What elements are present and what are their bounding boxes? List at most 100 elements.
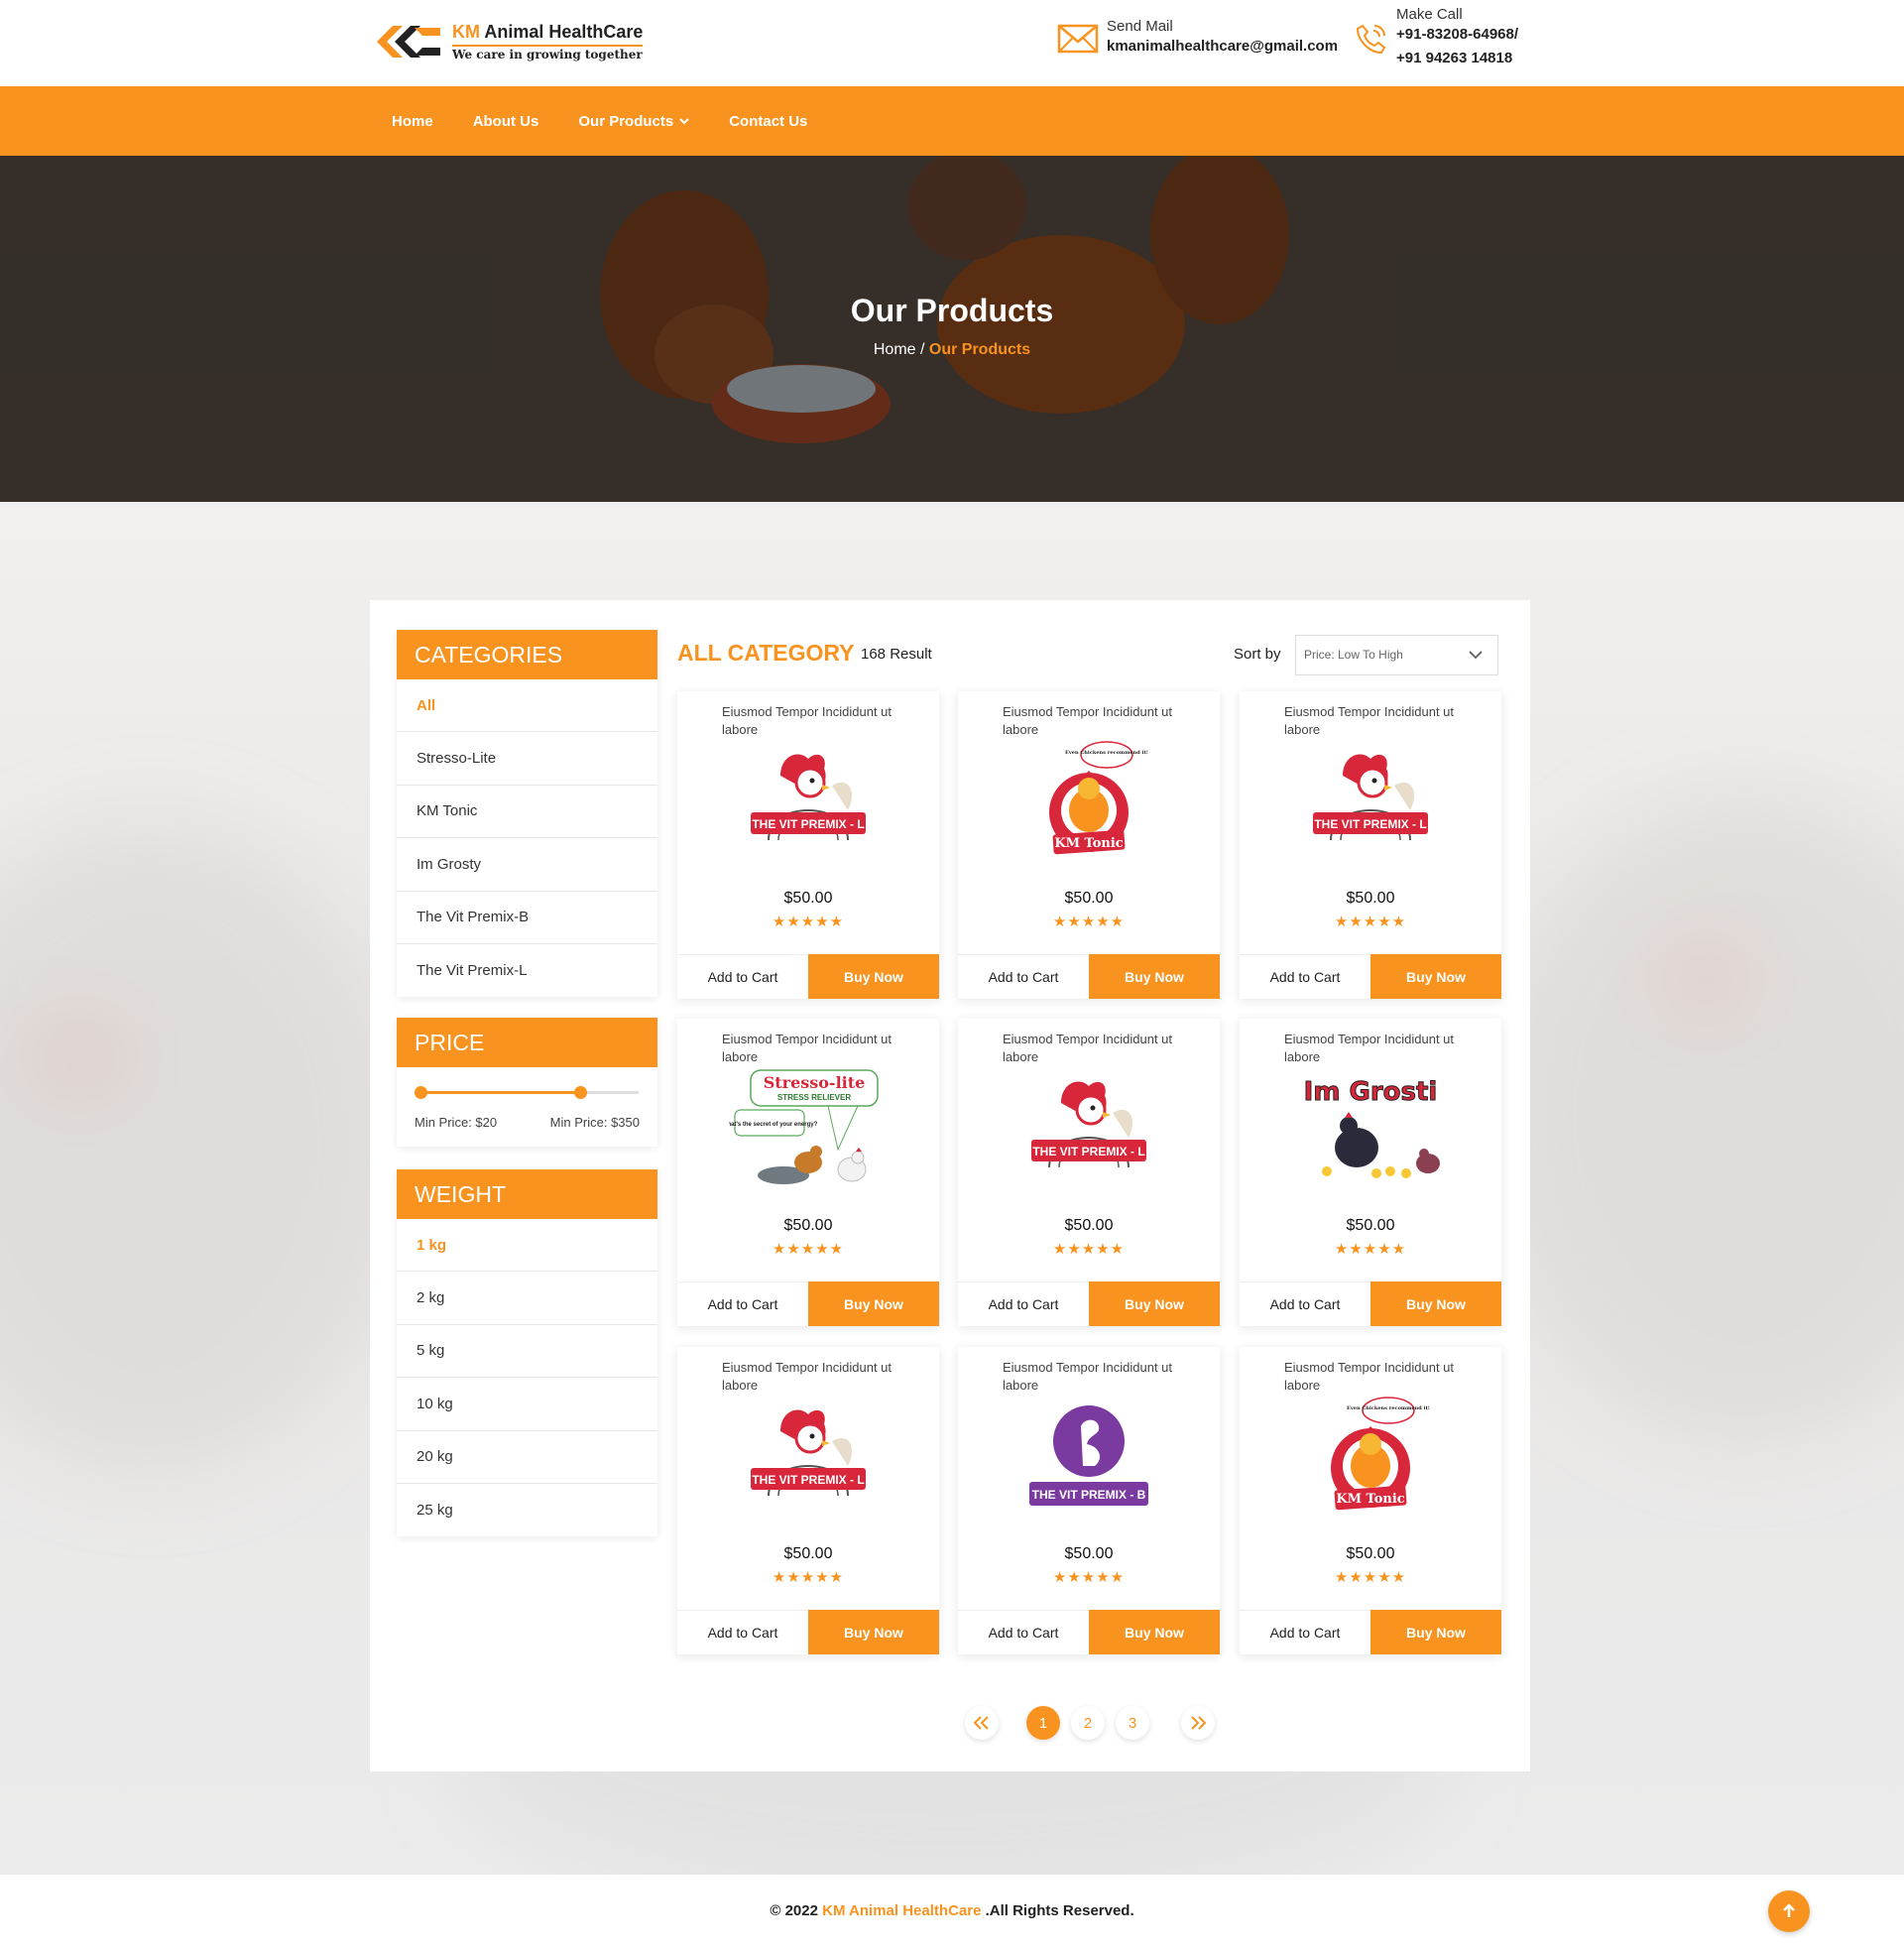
nav-about[interactable]: About Us [473, 113, 539, 130]
buy-now-button[interactable]: Buy Now [808, 1610, 939, 1654]
product-title[interactable]: Eiusmod Tempor Incididunt ut labore [1003, 703, 1191, 739]
buy-now-button[interactable]: Buy Now [808, 954, 939, 999]
product-image[interactable]: THE VIT PREMIX - L [1010, 1068, 1168, 1187]
category-km-tonic[interactable]: KM Tonic [397, 786, 657, 839]
double-chevron-right-icon [1191, 1716, 1207, 1730]
category-all[interactable]: All [397, 679, 657, 733]
call-label: Make Call [1396, 6, 1463, 23]
product-price: $50.00 [783, 1545, 833, 1562]
pagination-next[interactable] [1181, 1706, 1215, 1740]
pagination-page-3[interactable]: 3 [1116, 1706, 1149, 1740]
product-image[interactable]: THE VIT PREMIX - L [729, 741, 888, 860]
im-grosti-image: Im Grosti [1303, 1077, 1440, 1178]
product-price: $50.00 [1064, 890, 1114, 907]
weight-20kg[interactable]: 20 kg [397, 1431, 657, 1484]
product-image[interactable]: THE VIT PREMIX - L [1291, 741, 1450, 860]
category-vit-premix-b[interactable]: The Vit Premix-B [397, 892, 657, 944]
product-title[interactable]: Eiusmod Tempor Incididunt ut labore [1284, 1359, 1473, 1395]
add-to-cart-button[interactable]: Add to Cart [958, 954, 1089, 999]
phone-icon [1356, 24, 1386, 54]
price-min-handle[interactable] [415, 1086, 427, 1099]
vit-premix-l-image: THE VIT PREMIX - L [751, 1409, 866, 1497]
product-image[interactable]: Stresso-lite STRESS RELIEVER What's the … [722, 1068, 888, 1187]
nav-home[interactable]: Home [392, 113, 433, 130]
add-to-cart-button[interactable]: Add to Cart [677, 1610, 808, 1654]
product-card[interactable]: Eiusmod Tempor Incididunt ut labore THE … [677, 691, 939, 999]
footer-brand-link[interactable]: KM Animal HealthCare [822, 1902, 981, 1919]
star-rating-icon: ★★★★★ [1052, 914, 1126, 930]
scroll-to-top-button[interactable] [1768, 1890, 1810, 1932]
star-rating-icon: ★★★★★ [1052, 1241, 1126, 1258]
price-slider[interactable] [415, 1086, 639, 1099]
product-image[interactable]: Even Chickens recommend it! KM Tonic [1010, 741, 1168, 860]
buy-now-button[interactable]: Buy Now [1370, 1281, 1501, 1326]
product-image[interactable]: THE VIT PREMIX - L [729, 1397, 888, 1516]
mail-value[interactable]: kmanimalhealthcare@gmail.com [1107, 35, 1338, 59]
price-title: PRICE [397, 1018, 657, 1067]
send-mail[interactable]: Send Mail kmanimalhealthcare@gmail.com [1057, 18, 1338, 59]
site-logo[interactable]: KM Animal HealthCare We care in growing … [375, 20, 644, 63]
product-card[interactable]: Eiusmod Tempor Incididunt ut labore THE … [677, 1347, 939, 1654]
product-card[interactable]: Eiusmod Tempor Incididunt ut labore THE … [1240, 691, 1501, 999]
product-title[interactable]: Eiusmod Tempor Incididunt ut labore [1284, 1031, 1473, 1066]
buy-now-button[interactable]: Buy Now [1370, 1610, 1501, 1654]
vit-premix-l-image: THE VIT PREMIX - L [1313, 754, 1428, 841]
call-number-2[interactable]: +91 94263 14818 [1396, 47, 1518, 70]
buy-now-button[interactable]: Buy Now [808, 1281, 939, 1326]
star-rating-icon: ★★★★★ [1334, 914, 1407, 930]
weight-10kg[interactable]: 10 kg [397, 1378, 657, 1431]
buy-now-button[interactable]: Buy Now [1089, 1610, 1220, 1654]
product-image[interactable]: Even Chickens recommend it! KM Tonic [1291, 1397, 1450, 1516]
product-card[interactable]: Eiusmod Tempor Incididunt ut labore Im G… [1240, 1019, 1501, 1326]
price-filter: Min Price: $20 Min Price: $350 [397, 1067, 657, 1147]
price-max-label: Min Price: $350 [549, 1115, 640, 1130]
pagination-page-2[interactable]: 2 [1071, 1706, 1105, 1740]
add-to-cart-button[interactable]: Add to Cart [1240, 1610, 1370, 1654]
category-stresso-lite[interactable]: Stresso-Lite [397, 732, 657, 786]
add-to-cart-button[interactable]: Add to Cart [1240, 954, 1370, 999]
sort-select[interactable]: Price: Low To High [1295, 635, 1498, 675]
weight-title: WEIGHT [397, 1169, 657, 1219]
product-card[interactable]: Eiusmod Tempor Incididunt ut labore Stre… [677, 1019, 939, 1326]
svg-text:KM Tonic: KM Tonic [1054, 836, 1123, 851]
make-call[interactable]: Make Call +91-83208-64968/ +91 94263 148… [1355, 6, 1518, 70]
category-vit-premix-l[interactable]: The Vit Premix-L [397, 944, 657, 997]
svg-text:KM Tonic: KM Tonic [1336, 1492, 1404, 1507]
buy-now-button[interactable]: Buy Now [1370, 954, 1501, 999]
add-to-cart-button[interactable]: Add to Cart [677, 954, 808, 999]
product-card[interactable]: Eiusmod Tempor Incididunt ut labore THE … [958, 1019, 1220, 1326]
add-to-cart-button[interactable]: Add to Cart [958, 1281, 1089, 1326]
category-im-grosty[interactable]: Im Grosty [397, 838, 657, 892]
pagination-prev[interactable] [965, 1706, 999, 1740]
nav-contact[interactable]: Contact Us [729, 113, 807, 130]
weight-25kg[interactable]: 25 kg [397, 1484, 657, 1536]
product-title[interactable]: Eiusmod Tempor Incididunt ut labore [722, 1031, 910, 1066]
product-price: $50.00 [1346, 1545, 1395, 1562]
add-to-cart-button[interactable]: Add to Cart [677, 1281, 808, 1326]
product-image[interactable]: THE VIT PREMIX - B [1010, 1397, 1168, 1516]
pagination-page-1[interactable]: 1 [1026, 1706, 1060, 1740]
weight-1kg[interactable]: 1 kg [397, 1219, 657, 1273]
product-card[interactable]: Eiusmod Tempor Incididunt ut labore THE … [958, 1347, 1220, 1654]
product-card[interactable]: Eiusmod Tempor Incididunt ut labore Even… [958, 691, 1220, 999]
add-to-cart-button[interactable]: Add to Cart [1240, 1281, 1370, 1326]
product-title[interactable]: Eiusmod Tempor Incididunt ut labore [1003, 1031, 1191, 1066]
product-title[interactable]: Eiusmod Tempor Incididunt ut labore [722, 703, 910, 739]
product-image[interactable]: Im Grosti [1291, 1068, 1450, 1187]
weight-2kg[interactable]: 2 kg [397, 1272, 657, 1325]
buy-now-button[interactable]: Buy Now [1089, 1281, 1220, 1326]
breadcrumb-home[interactable]: Home [874, 341, 916, 358]
product-title[interactable]: Eiusmod Tempor Incididunt ut labore [1284, 703, 1473, 739]
buy-now-button[interactable]: Buy Now [1089, 954, 1220, 999]
product-title[interactable]: Eiusmod Tempor Incididunt ut labore [1003, 1359, 1191, 1395]
product-title[interactable]: Eiusmod Tempor Incididunt ut labore [722, 1359, 910, 1395]
product-card[interactable]: Eiusmod Tempor Incididunt ut labore Even… [1240, 1347, 1501, 1654]
nav-products[interactable]: Our Products [578, 113, 689, 130]
weight-5kg[interactable]: 5 kg [397, 1325, 657, 1379]
footer-copyright: © 2022 [770, 1902, 823, 1919]
call-number-1[interactable]: +91-83208-64968/ [1396, 23, 1518, 47]
price-max-handle[interactable] [573, 1086, 587, 1099]
svg-text:THE VIT PREMIX - L: THE VIT PREMIX - L [1314, 817, 1426, 831]
svg-text:Even Chickens recommend it!: Even Chickens recommend it! [1347, 1405, 1430, 1411]
add-to-cart-button[interactable]: Add to Cart [958, 1610, 1089, 1654]
